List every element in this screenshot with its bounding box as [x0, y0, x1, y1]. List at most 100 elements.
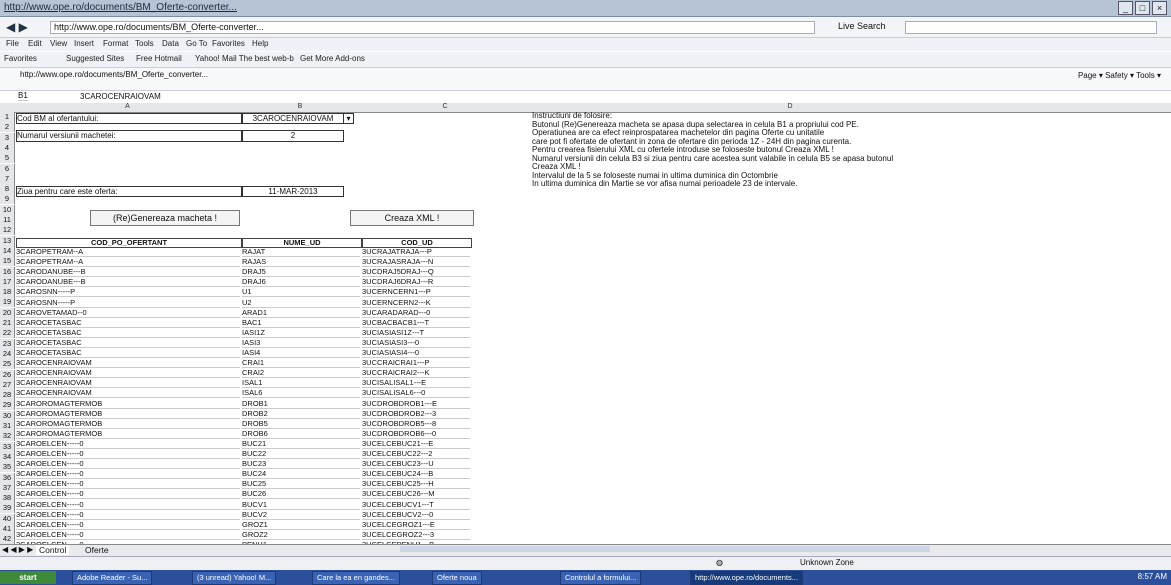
- row-header[interactable]: 20: [0, 307, 15, 318]
- table-cell[interactable]: 3UCELCEBUC22---2: [362, 450, 470, 459]
- table-cell[interactable]: BUC26: [242, 490, 360, 500]
- taskbar-item-care[interactable]: Care la ea en gandes...: [312, 571, 400, 585]
- taskbar-item-browser[interactable]: http://www.ope.ro/documents...: [690, 571, 803, 585]
- cod-select[interactable]: 3CAROCENRAIOVAM: [242, 113, 344, 124]
- table-cell[interactable]: BUC25: [242, 480, 360, 490]
- table-cell[interactable]: DRAJ5: [242, 268, 360, 278]
- numar-input[interactable]: 2: [242, 130, 344, 142]
- table-cell[interactable]: 3CAROELCEN-----0: [16, 440, 240, 449]
- sheet-nav-icon[interactable]: ◀ ◀ ▶ ▶: [2, 545, 33, 554]
- table-cell[interactable]: 3CAROCENRAIOVAM: [16, 369, 240, 379]
- table-cell[interactable]: 3CAROROMAGTERMOB: [16, 430, 240, 439]
- table-cell[interactable]: 3CAROROMAGTERMOB: [16, 400, 240, 409]
- menu-tools[interactable]: Tools: [135, 39, 154, 48]
- table-cell[interactable]: ISAL1: [242, 379, 360, 389]
- table-cell[interactable]: DRAJ6: [242, 278, 360, 288]
- menu-edit[interactable]: Edit: [28, 39, 42, 48]
- row-header[interactable]: 19: [0, 297, 15, 308]
- row-header[interactable]: 28: [0, 390, 15, 401]
- row-header[interactable]: 13: [0, 235, 15, 246]
- table-cell[interactable]: 3CAROCETASBAC: [16, 339, 240, 348]
- table-cell[interactable]: GROZ2: [242, 531, 360, 540]
- table-cell[interactable]: RAJAT: [242, 248, 360, 257]
- menu-insert[interactable]: Insert: [74, 39, 94, 48]
- menu-favorites[interactable]: Favorites: [212, 39, 245, 48]
- table-cell[interactable]: ISAL6: [242, 389, 360, 399]
- row-header[interactable]: 31: [0, 421, 15, 431]
- table-cell[interactable]: 3CAROELCEN-----0: [16, 511, 240, 520]
- taskbar-item-adobe[interactable]: Adobe Reader - Su...: [72, 571, 153, 585]
- table-cell[interactable]: 3UCCRAICRAI1---P: [362, 359, 470, 369]
- row-header[interactable]: 39: [0, 503, 15, 514]
- table-cell[interactable]: 3UCRAJATRAJA---P: [362, 248, 470, 257]
- row-header[interactable]: 34: [0, 451, 15, 462]
- maximize-icon[interactable]: □: [1135, 1, 1150, 15]
- col-header-b[interactable]: B: [240, 103, 360, 110]
- table-cell[interactable]: ARAD1: [242, 309, 360, 318]
- table-cell[interactable]: 3UCISALISAL6---0: [362, 389, 470, 399]
- table-cell[interactable]: 3CAROCETASBAC: [16, 319, 240, 328]
- name-box[interactable]: B1: [18, 92, 28, 101]
- table-cell[interactable]: 3UCIASIASI3---0: [362, 339, 470, 348]
- table-cell[interactable]: 3UCBACBACB1---T: [362, 319, 470, 328]
- row-header[interactable]: 5: [0, 153, 15, 164]
- tab-document[interactable]: http://www.ope.ro/documents/BM_Oferte_co…: [20, 70, 208, 79]
- table-cell[interactable]: DROB1: [242, 400, 360, 409]
- row-header[interactable]: 22: [0, 328, 15, 339]
- table-cell[interactable]: 3UCDRAJ5DRAJ---Q: [362, 268, 470, 278]
- menu-goto[interactable]: Go To: [186, 39, 207, 48]
- table-cell[interactable]: 3CAROELCEN-----0: [16, 480, 240, 490]
- create-xml-button[interactable]: Creaza XML !: [350, 210, 474, 226]
- row-header[interactable]: 21: [0, 318, 15, 328]
- table-cell[interactable]: BUC21: [242, 440, 360, 449]
- table-cell[interactable]: 3UCERNCERN1---P: [362, 288, 470, 298]
- fav-addons[interactable]: Get More Add-ons: [300, 54, 365, 63]
- table-cell[interactable]: 3UCELCEBUC23---U: [362, 460, 470, 470]
- table-cell[interactable]: CRAI2: [242, 369, 360, 379]
- table-cell[interactable]: 3UCDROBDROB6---0: [362, 430, 470, 439]
- table-cell[interactable]: 3CAROSNN-----P: [16, 288, 240, 298]
- row-header[interactable]: 30: [0, 410, 15, 421]
- table-cell[interactable]: 3CAROPETRAM--A: [16, 248, 240, 257]
- row-header[interactable]: 2: [0, 122, 15, 133]
- table-cell[interactable]: 3CARODANUBE---B: [16, 268, 240, 278]
- row-header[interactable]: 27: [0, 379, 15, 390]
- row-header[interactable]: 7: [0, 173, 15, 184]
- row-header[interactable]: 29: [0, 400, 15, 411]
- fav-hotmail[interactable]: Free Hotmail: [136, 54, 182, 63]
- row-header[interactable]: 10: [0, 204, 15, 215]
- row-header[interactable]: 14: [0, 245, 15, 256]
- menu-file[interactable]: File: [6, 39, 19, 48]
- table-cell[interactable]: BUC24: [242, 470, 360, 480]
- col-header-d[interactable]: D: [530, 103, 1050, 110]
- table-cell[interactable]: 3UCARADARAD---0: [362, 309, 470, 318]
- row-header[interactable]: 32: [0, 431, 15, 442]
- table-cell[interactable]: IASI4: [242, 349, 360, 358]
- table-cell[interactable]: 3CAROELCEN-----0: [16, 470, 240, 480]
- close-icon[interactable]: ×: [1152, 1, 1167, 15]
- table-cell[interactable]: RAJAS: [242, 258, 360, 268]
- table-cell[interactable]: IASI1Z: [242, 329, 360, 338]
- table-cell[interactable]: 3CAROELCEN-----0: [16, 501, 240, 510]
- table-cell[interactable]: 3CAROCENRAIOVAM: [16, 379, 240, 389]
- regenerate-button[interactable]: (Re)Genereaza macheta !: [90, 210, 240, 226]
- table-cell[interactable]: BAC1: [242, 319, 360, 328]
- table-cell[interactable]: 3CAROCETASBAC: [16, 329, 240, 338]
- table-cell[interactable]: 3UCRAJASRAJA---N: [362, 258, 470, 268]
- table-cell[interactable]: 3UCCRAICRAI2---K: [362, 369, 470, 379]
- row-header[interactable]: 18: [0, 287, 15, 298]
- taskbar-item-yahoo[interactable]: (3 unread) Yahoo! M...: [192, 571, 277, 585]
- table-cell[interactable]: 3UCDROBDROB1---E: [362, 400, 470, 409]
- row-header[interactable]: 16: [0, 266, 15, 277]
- table-cell[interactable]: 3UCELCEBUCV2---0: [362, 511, 470, 520]
- row-header[interactable]: 37: [0, 482, 15, 493]
- table-cell[interactable]: DROB6: [242, 430, 360, 439]
- table-cell[interactable]: 3UCELCEBUCV1---T: [362, 501, 470, 510]
- ziua-input[interactable]: 11-MAR-2013: [242, 186, 344, 197]
- table-cell[interactable]: 3CAROCENRAIOVAM: [16, 389, 240, 399]
- row-header[interactable]: 26: [0, 369, 15, 380]
- table-cell[interactable]: 3CAROELCEN-----0: [16, 450, 240, 459]
- row-header[interactable]: 4: [0, 142, 15, 153]
- table-cell[interactable]: BUC23: [242, 460, 360, 470]
- menu-help[interactable]: Help: [252, 39, 268, 48]
